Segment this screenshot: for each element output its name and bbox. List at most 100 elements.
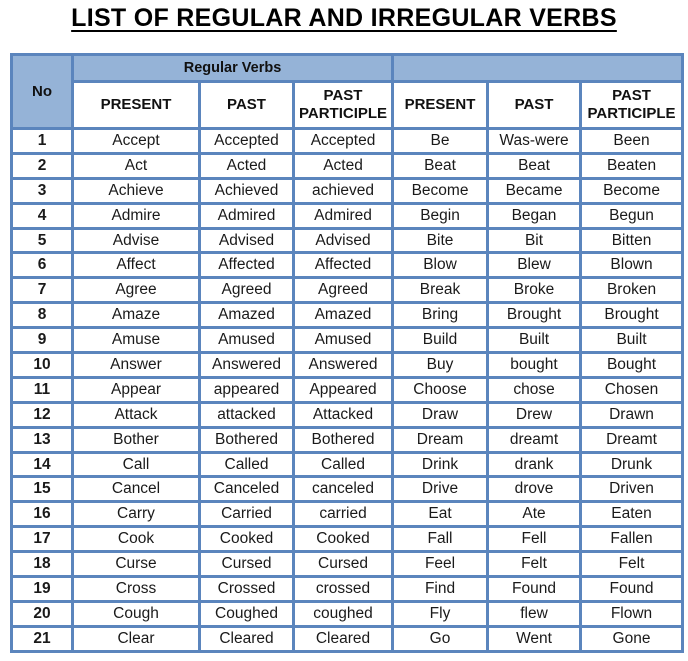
regular-present-cell: Answer	[71, 351, 201, 379]
irregular-past-participle-cell: Bitten	[579, 226, 685, 255]
irregular-past-participle-cell: Built	[579, 326, 685, 355]
regular-present-cell: Achieve	[71, 176, 201, 205]
irregular-past-cell: Was-were	[486, 127, 583, 155]
irregular-present-cell: Fall	[391, 525, 490, 554]
irregular-present-cell: Buy	[391, 351, 490, 379]
irregular-past-cell: Beat	[486, 151, 583, 180]
regular-past-cell: Answered	[198, 351, 295, 379]
regular-past-participle-cell: Accepted	[291, 127, 395, 155]
regular-past-participle-cell: Cleared	[291, 624, 395, 653]
regular-past-cell: Achieved	[198, 176, 295, 205]
irregular-past-cell: drove	[486, 475, 583, 504]
irregular-present-cell: Bring	[391, 301, 490, 330]
table-row: 20 Cough Coughed coughed Fly flew Flown	[10, 599, 685, 628]
regular-past-cell: Canceled	[198, 475, 295, 504]
regular-past-participle-cell: carried	[291, 500, 395, 529]
group-header-row: No Regular Verbs	[10, 53, 685, 130]
irregular-past-cell: Bit	[486, 226, 583, 255]
regular-past-participle-cell: Amazed	[291, 301, 395, 330]
table-row: 17 Cook Cooked Cooked Fall Fell Fallen	[10, 525, 685, 554]
irregular-present-cell: Drink	[391, 450, 490, 479]
irregular-present-cell: Begin	[391, 201, 490, 230]
row-number: 2	[10, 151, 74, 180]
regular-present-cell: Advise	[71, 226, 201, 255]
irregular-present-cell: Drive	[391, 475, 490, 504]
regular-past-participle-cell: Appeared	[291, 375, 395, 404]
regular-past-cell: Admired	[198, 201, 295, 230]
row-number: 7	[10, 276, 74, 305]
regular-past-participle-cell: Acted	[291, 151, 395, 180]
row-number: 15	[10, 475, 74, 504]
regular-past-cell: Amazed	[198, 301, 295, 330]
row-number: 4	[10, 201, 74, 230]
irregular-verbs-header	[391, 53, 685, 83]
regular-present-cell: Cook	[71, 525, 201, 554]
irregular-past-participle-cell: Broken	[579, 276, 685, 305]
regular-past-header: PAST	[198, 80, 295, 130]
table-row: 15 Cancel Canceled canceled Drive drove Driven	[10, 475, 685, 504]
table-row: 6 Affect Affected Affected Blow Blew Blown	[10, 251, 685, 280]
table-row: 10 Answer Answered Answered Buy bought Bought	[10, 351, 685, 379]
regular-past-cell: Cooked	[198, 525, 295, 554]
row-number: 20	[10, 599, 74, 628]
regular-past-participle-cell: Answered	[291, 351, 395, 379]
regular-past-participle-cell: Agreed	[291, 276, 395, 305]
row-number: 6	[10, 251, 74, 280]
sub-header-row: PRESENT PAST PAST PARTICIPLE PRESENT PAS…	[12, 80, 685, 130]
regular-past-cell: Advised	[198, 226, 295, 255]
irregular-present-cell: Draw	[391, 400, 490, 429]
irregular-present-cell: Choose	[391, 375, 490, 404]
regular-past-participle-cell: Attacked	[291, 400, 395, 429]
table-row: 14 Call Called Called Drink drank Drunk	[10, 450, 685, 479]
table-row: 5 Advise Advised Advised Bite Bit Bitten	[10, 226, 685, 255]
irregular-past-participle-cell: Become	[579, 176, 685, 205]
regular-present-cell: Carry	[71, 500, 201, 529]
table-row: 11 Appear appeared Appeared Choose chose Chose…	[10, 375, 685, 404]
regular-past-participle-cell: Amused	[291, 326, 395, 355]
row-number: 14	[10, 450, 74, 479]
irregular-past-participle-cell: Dreamt	[579, 425, 685, 454]
irregular-past-participle-cell: Begun	[579, 201, 685, 230]
table-row: 21 Clear Cleared Cleared Go Went Gone	[10, 624, 685, 653]
irregular-past-participle-cell: Eaten	[579, 500, 685, 529]
regular-past-participle-cell: Admired	[291, 201, 395, 230]
irregular-past-cell: Drew	[486, 400, 583, 429]
table-row: 3 Achieve Achieved achieved Become Became Beco…	[10, 176, 685, 205]
regular-past-participle-cell: Affected	[291, 251, 395, 280]
irregular-past-participle-header: PAST PARTICIPLE	[579, 80, 685, 130]
regular-past-cell: Amused	[198, 326, 295, 355]
row-number: 9	[10, 326, 74, 355]
irregular-past-cell: flew	[486, 599, 583, 628]
regular-past-participle-cell: Cursed	[291, 550, 395, 579]
table-row: 2 Act Acted Acted Beat Beat Beaten	[10, 151, 685, 180]
regular-past-participle-cell: Cooked	[291, 525, 395, 554]
irregular-past-participle-cell: Driven	[579, 475, 685, 504]
row-number: 18	[10, 550, 74, 579]
irregular-past-cell: Went	[486, 624, 583, 653]
no-column-header: No	[10, 53, 74, 130]
irregular-present-cell: Break	[391, 276, 490, 305]
regular-present-cell: Admire	[71, 201, 201, 230]
irregular-past-cell: Found	[486, 575, 583, 603]
regular-past-cell: Accepted	[198, 127, 295, 155]
irregular-present-cell: Beat	[391, 151, 490, 180]
regular-past-cell: Acted	[198, 151, 295, 180]
row-number: 16	[10, 500, 74, 529]
regular-past-cell: Cursed	[198, 550, 295, 579]
table-row: 13 Bother Bothered Bothered Dream dreamt Dream…	[10, 425, 685, 454]
irregular-past-cell: Blew	[486, 251, 583, 280]
table-row: 9 Amuse Amused Amused Build Built Built	[10, 326, 685, 355]
row-number: 17	[10, 525, 74, 554]
irregular-past-participle-cell: Felt	[579, 550, 685, 579]
irregular-past-cell: Began	[486, 201, 583, 230]
regular-present-cell: Cancel	[71, 475, 201, 504]
table-row: 12 Attack attacked Attacked Draw Drew Drawn	[10, 400, 685, 429]
row-number: 12	[10, 400, 74, 429]
row-number: 8	[10, 301, 74, 330]
row-number: 5	[10, 226, 74, 255]
irregular-past-participle-cell: Fallen	[579, 525, 685, 554]
irregular-past-participle-cell: Bought	[579, 351, 685, 379]
row-number: 19	[10, 575, 74, 603]
irregular-past-participle-cell: Found	[579, 575, 685, 603]
irregular-past-cell: Became	[486, 176, 583, 205]
